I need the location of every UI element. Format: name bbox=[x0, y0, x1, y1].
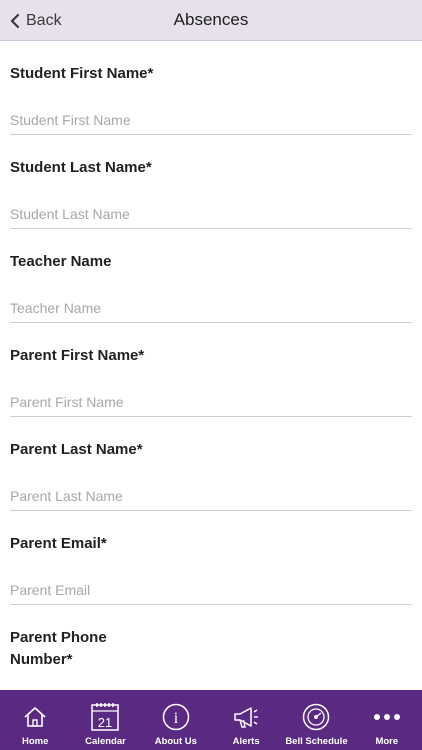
parent-last-name-input[interactable] bbox=[10, 481, 412, 511]
nav-header: Back Absences bbox=[0, 0, 422, 41]
field-label: Parent Phone Number* bbox=[10, 627, 412, 671]
tab-label: About Us bbox=[154, 736, 197, 747]
absence-form: Student First Name* Student Last Name* T… bbox=[0, 41, 422, 721]
field-label: Parent Email* bbox=[10, 535, 107, 552]
tab-label: More bbox=[375, 736, 399, 747]
field-label: Parent Last Name* bbox=[10, 441, 143, 458]
tab-label: Bell Schedule bbox=[285, 736, 348, 747]
bottom-tab-bar: Home 21 Calendar i About Us Alerts Bell … bbox=[0, 690, 422, 750]
more-dots-icon bbox=[372, 702, 402, 732]
field-label: Student First Name* bbox=[10, 65, 154, 82]
calendar-day-text: 21 bbox=[98, 715, 112, 730]
field-parent-email: Parent Email* bbox=[0, 533, 422, 605]
tab-calendar[interactable]: 21 Calendar bbox=[70, 690, 140, 750]
field-student-last-name: Student Last Name* bbox=[0, 157, 422, 229]
student-last-name-input[interactable] bbox=[10, 199, 412, 229]
parent-email-input[interactable] bbox=[10, 575, 412, 605]
tab-about-us[interactable]: i About Us bbox=[141, 690, 211, 750]
tab-label: Calendar bbox=[85, 736, 126, 747]
home-icon bbox=[20, 702, 50, 732]
app-root: Back Absences Student First Name* Studen… bbox=[0, 0, 422, 750]
field-label-line: Number* bbox=[10, 651, 73, 668]
chevron-left-icon bbox=[10, 14, 20, 28]
calendar-icon: 21 bbox=[90, 702, 120, 732]
field-parent-first-name: Parent First Name* bbox=[0, 345, 422, 417]
field-teacher-name: Teacher Name bbox=[0, 251, 422, 323]
field-student-first-name: Student First Name* bbox=[0, 63, 422, 135]
teacher-name-input[interactable] bbox=[10, 293, 412, 323]
info-icon: i bbox=[161, 702, 191, 732]
tab-bell-schedule[interactable]: Bell Schedule bbox=[281, 690, 351, 750]
field-label: Student Last Name* bbox=[10, 159, 152, 176]
info-glyph-text: i bbox=[174, 710, 179, 727]
page-title: Absences bbox=[173, 10, 249, 29]
back-button[interactable]: Back bbox=[10, 9, 62, 33]
tab-label: Alerts bbox=[232, 736, 260, 747]
back-label: Back bbox=[26, 12, 62, 29]
bell-icon bbox=[301, 702, 331, 732]
parent-first-name-input[interactable] bbox=[10, 387, 412, 417]
megaphone-icon bbox=[231, 702, 261, 732]
tab-alerts[interactable]: Alerts bbox=[211, 690, 281, 750]
student-first-name-input[interactable] bbox=[10, 105, 412, 135]
tab-label: Home bbox=[21, 736, 49, 747]
field-parent-last-name: Parent Last Name* bbox=[0, 439, 422, 511]
field-label: Parent First Name* bbox=[10, 347, 145, 364]
field-label-line: Parent Phone bbox=[10, 629, 107, 646]
tab-more[interactable]: More bbox=[352, 690, 422, 750]
field-label: Teacher Name bbox=[10, 253, 112, 270]
tab-home[interactable]: Home bbox=[0, 690, 70, 750]
